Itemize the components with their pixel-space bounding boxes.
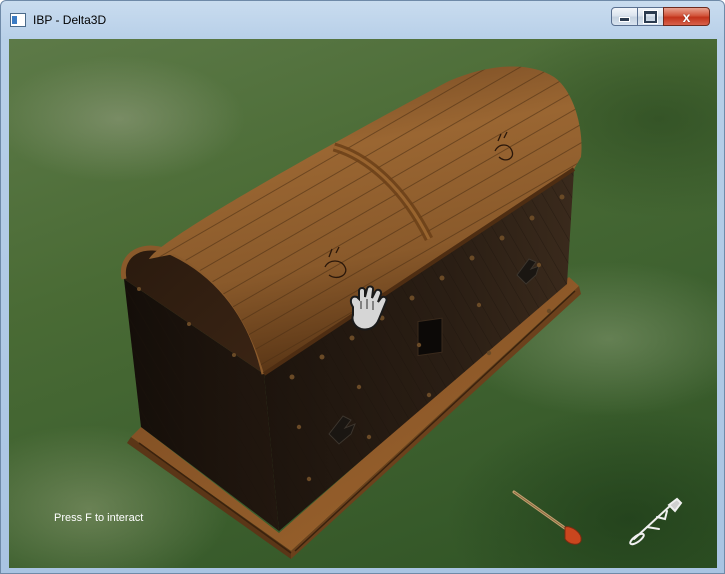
app-window-icon[interactable] — [10, 13, 26, 27]
interaction-hint: Press F to interact — [54, 512, 144, 524]
title-bar[interactable]: IBP - Delta3D x — [1, 1, 724, 39]
maximize-icon — [643, 9, 658, 24]
scene-render — [120, 66, 683, 559]
game-viewport[interactable]: Press F to interact — [9, 39, 717, 568]
maximize-button[interactable] — [637, 7, 664, 26]
close-icon: x — [682, 8, 691, 25]
application-window: IBP - Delta3D x Press F to interact — [0, 0, 725, 574]
chest-latch[interactable] — [417, 317, 443, 357]
minimize-button[interactable] — [611, 7, 638, 26]
window-title: IBP - Delta3D — [33, 13, 107, 27]
close-button[interactable]: x — [663, 7, 710, 26]
shovel-icon[interactable] — [512, 490, 582, 545]
minimize-icon — [619, 17, 630, 22]
metal-detector-icon[interactable] — [629, 497, 683, 546]
